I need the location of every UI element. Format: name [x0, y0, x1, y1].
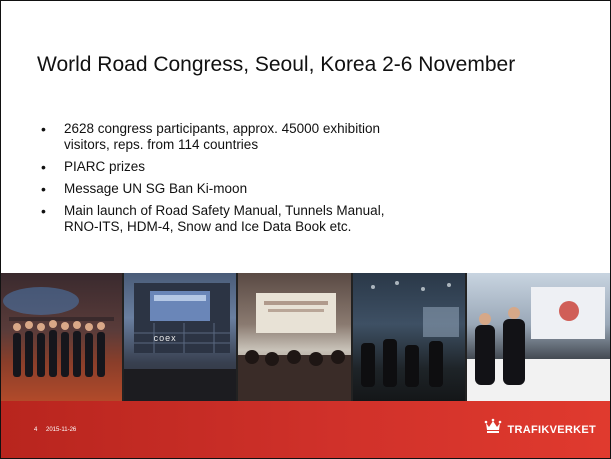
slide-title: World Road Congress, Seoul, Korea 2-6 No… [37, 53, 516, 76]
bullet-item: PIARC prizes [41, 159, 561, 175]
photo-conference-hall [238, 273, 351, 401]
bullet-list: 2628 congress participants, approx. 4500… [41, 121, 561, 241]
crown-icon [483, 418, 503, 441]
slide-footer: 4 2015-11-26 TRAFIKVERKET [1, 401, 610, 458]
trafikverket-logo: TRAFIKVERKET [483, 418, 596, 441]
slide-date: 2015-11-26 [46, 427, 77, 433]
photo-strip: coex [1, 273, 610, 401]
photo-coex-building: coex [123, 273, 237, 401]
slide: World Road Congress, Seoul, Korea 2-6 No… [0, 0, 611, 459]
brand-name: TRAFIKVERKET [507, 423, 596, 436]
bullet-item: 2628 congress participants, approx. 4500… [41, 121, 561, 153]
slide-number: 4 [34, 427, 38, 433]
coex-sign: coex [153, 333, 177, 343]
bullet-item: Main launch of Road Safety Manual, Tunne… [41, 203, 561, 235]
photo-booth [467, 273, 610, 401]
photo-group-stage [1, 273, 122, 401]
photo-exhibition-hall [352, 273, 466, 401]
bullet-item: Message UN SG Ban Ki-moon [41, 181, 561, 197]
